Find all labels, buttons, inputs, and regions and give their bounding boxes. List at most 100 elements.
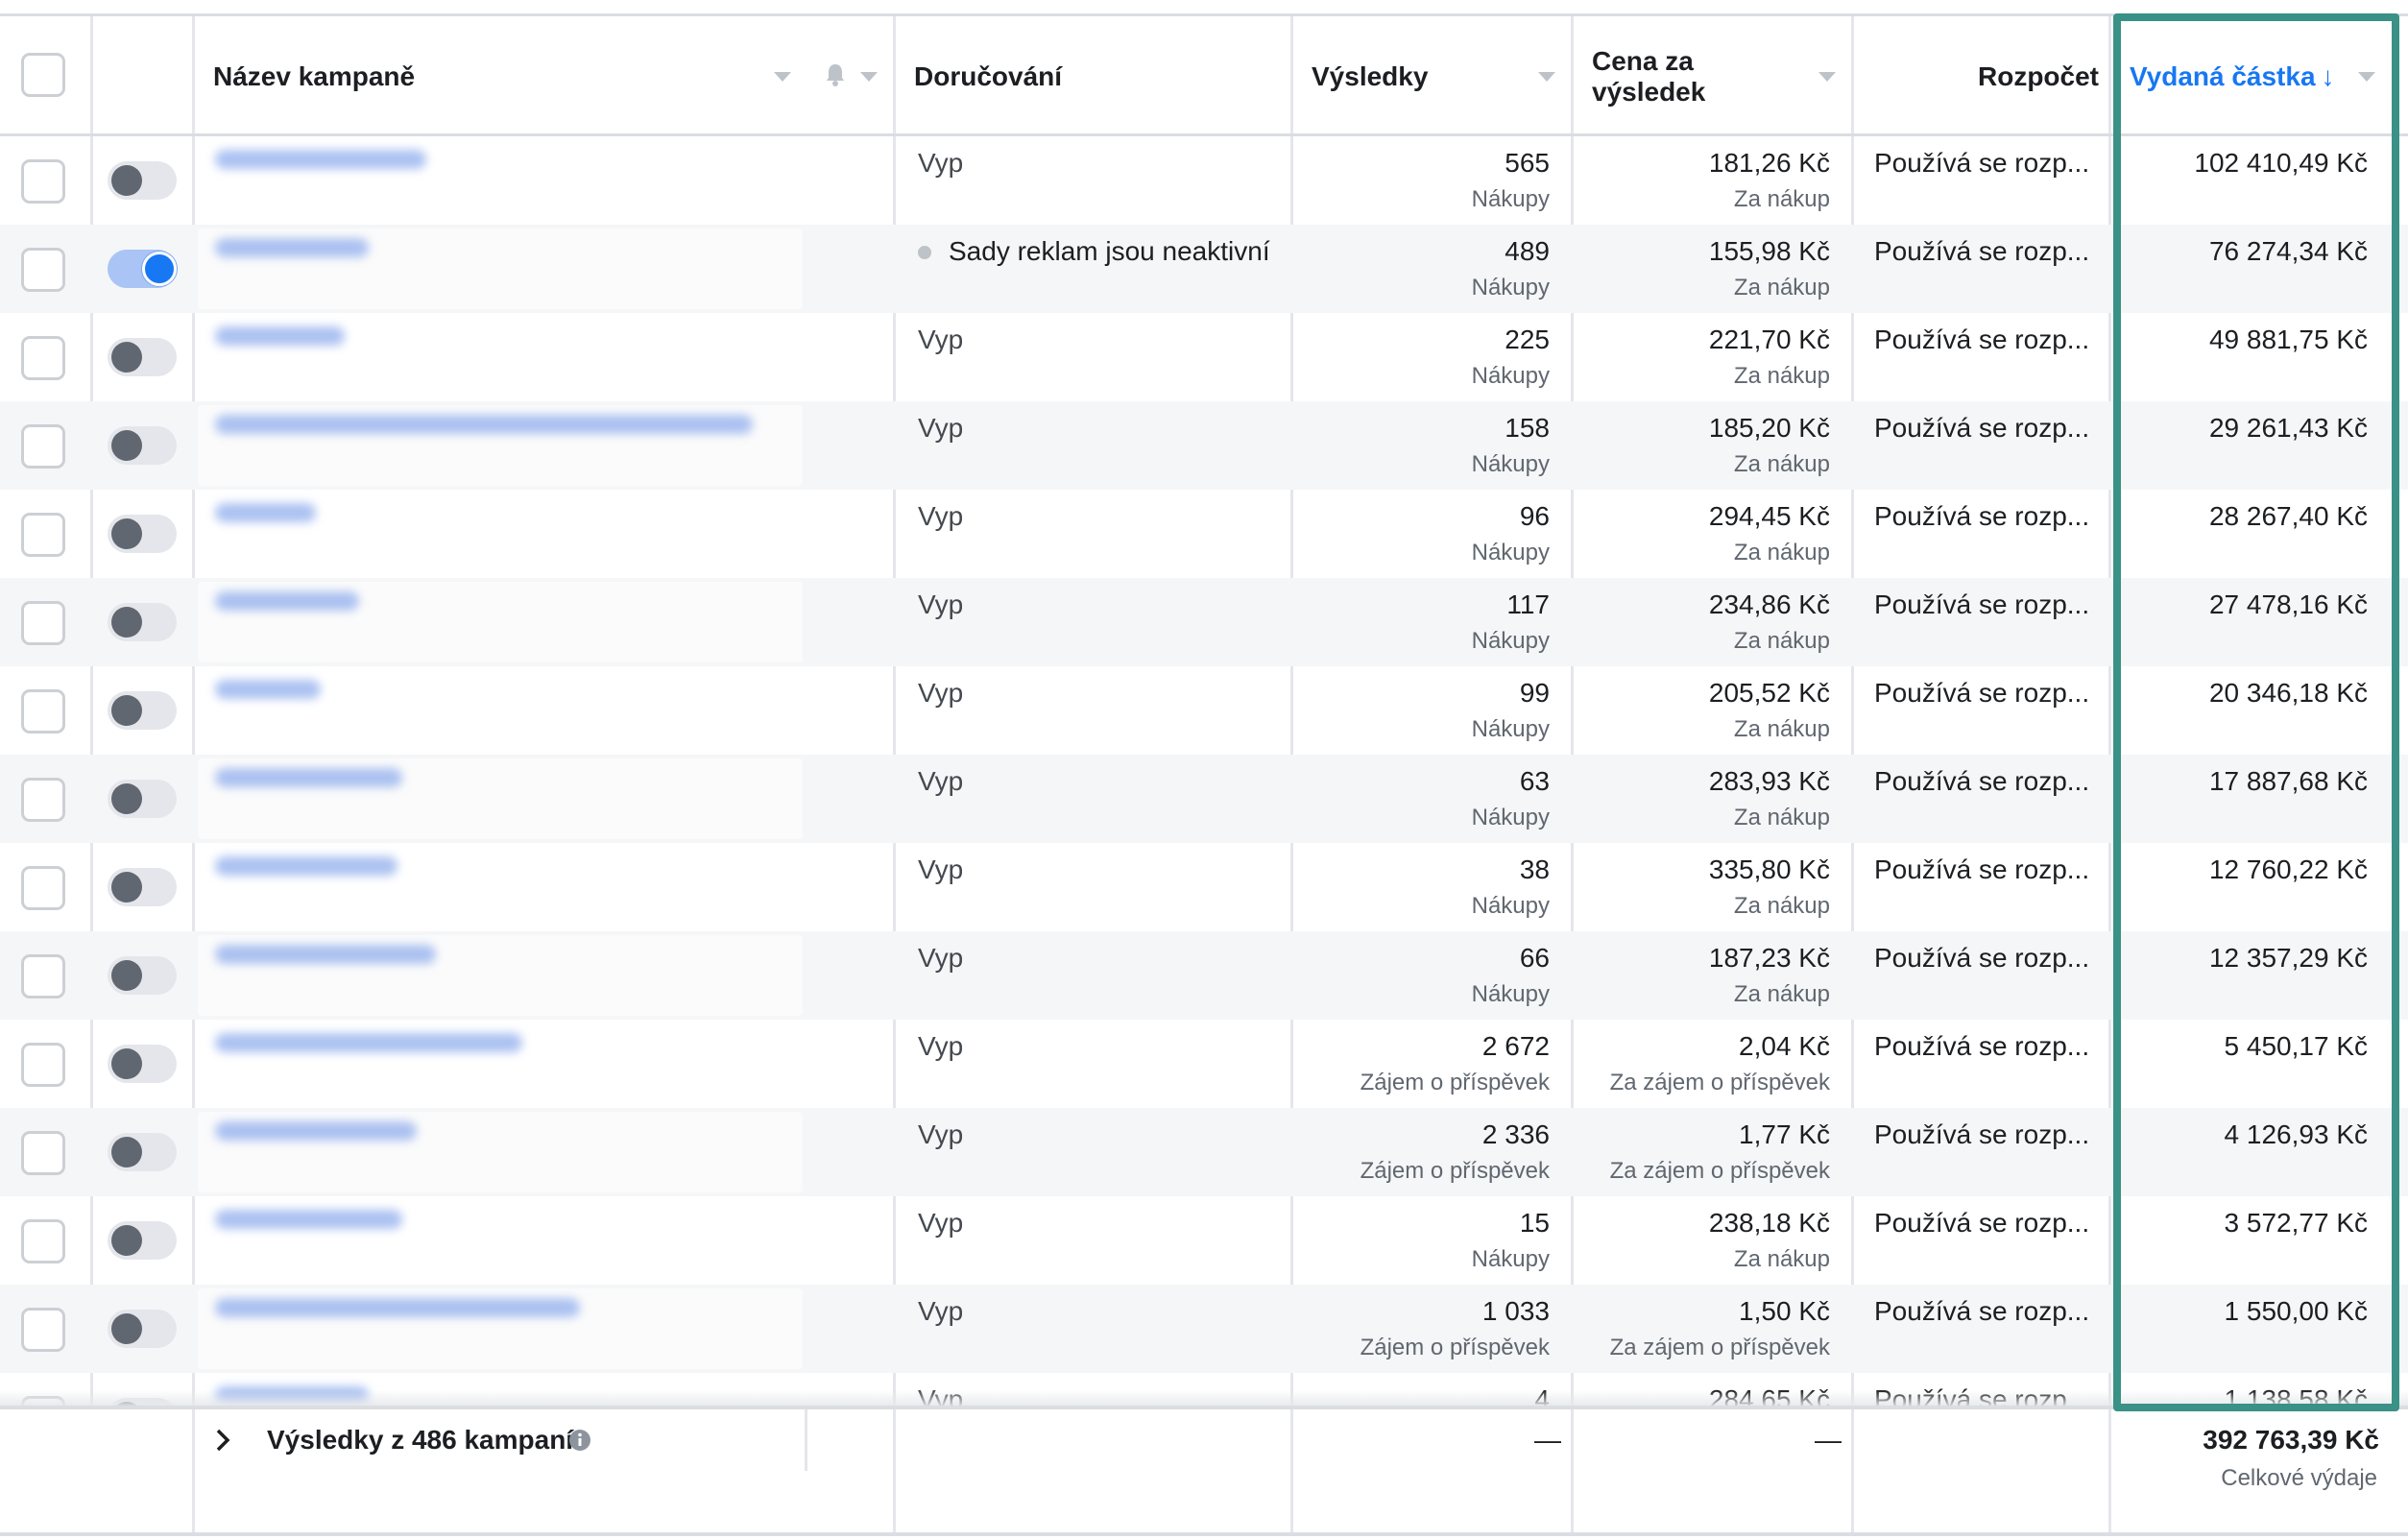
sort-caret-icon[interactable] [860, 72, 878, 82]
campaign-name-redacted[interactable] [215, 856, 397, 876]
row-select-checkbox[interactable] [21, 866, 65, 910]
row-select-checkbox[interactable] [21, 1043, 65, 1087]
results-type: Zájem o příspěvek [1360, 1158, 1550, 1184]
row-select-checkbox[interactable] [21, 778, 65, 822]
campaign-name-redacted[interactable] [215, 768, 402, 787]
row-select-checkbox[interactable] [21, 1219, 65, 1263]
campaign-name-redacted[interactable] [215, 945, 436, 964]
sort-caret-icon[interactable] [774, 72, 791, 82]
amount-spent-value: 28 267,40 Kč [2208, 501, 2368, 531]
cost-per-result-type: Za nákup [1733, 716, 1830, 742]
column-header-amount-spent[interactable]: Vydaná částka ↓ [2130, 16, 2341, 136]
results-type: Zájem o příspěvek [1360, 1070, 1550, 1095]
footer-amount-spent-caption: Celkové výdaje [2221, 1465, 2377, 1491]
cost-per-result-value: 335,80 Kč [1708, 854, 1830, 884]
sort-caret-icon[interactable] [2358, 72, 2375, 82]
row-select-checkbox[interactable] [21, 1308, 65, 1352]
table-row[interactable]: Vyp 158 Nákupy 185,20 Kč Za nákup Použív… [0, 401, 2408, 490]
column-header-budget[interactable]: Rozpočet [1872, 16, 2099, 136]
column-divider [1290, 1409, 1293, 1532]
campaign-status-toggle[interactable] [108, 1133, 177, 1171]
row-select-checkbox[interactable] [21, 601, 65, 645]
row-select-checkbox[interactable] [21, 954, 65, 999]
campaign-name-redacted[interactable] [215, 1298, 580, 1317]
info-icon[interactable] [568, 1429, 591, 1452]
campaign-status-toggle[interactable] [108, 250, 177, 288]
amount-spent-value: 5 450,17 Kč [2224, 1031, 2368, 1061]
campaign-name-redacted[interactable] [215, 415, 753, 434]
campaign-status-toggle[interactable] [108, 868, 177, 906]
amount-spent-value: 4 126,93 Kč [2224, 1119, 2368, 1149]
campaign-name-redacted[interactable] [215, 1121, 417, 1141]
campaign-name-redacted[interactable] [215, 503, 316, 522]
campaign-name-redacted[interactable] [215, 1033, 522, 1052]
campaign-status-toggle[interactable] [108, 691, 177, 730]
campaign-status-toggle[interactable] [108, 515, 177, 553]
table-row[interactable]: Vyp 38 Nákupy 335,80 Kč Za nákup Používá… [0, 843, 2408, 931]
campaign-status-toggle[interactable] [108, 161, 177, 200]
amount-spent-value: 12 357,29 Kč [2208, 943, 2368, 973]
toggle-knob [111, 342, 142, 373]
table-row[interactable]: Vyp 96 Nákupy 294,45 Kč Za nákup Používá… [0, 490, 2408, 578]
cost-per-result-value: 185,20 Kč [1708, 413, 1830, 443]
results-value: 565 [1505, 148, 1550, 178]
column-header-results[interactable]: Výsledky [1312, 16, 1552, 136]
bell-lock-icon[interactable] [824, 62, 847, 87]
campaign-status-toggle[interactable] [108, 603, 177, 641]
sort-caret-icon[interactable] [1538, 72, 1555, 82]
table-row[interactable]: Vyp 2 336 Zájem o příspěvek 1,77 Kč Za z… [0, 1108, 2408, 1196]
table-row[interactable]: Vyp 117 Nákupy 234,86 Kč Za nákup Použív… [0, 578, 2408, 666]
table-row[interactable]: Vyp 66 Nákupy 187,23 Kč Za nákup Používá… [0, 931, 2408, 1020]
campaign-name-redacted[interactable] [215, 591, 359, 611]
campaign-status-toggle[interactable] [108, 956, 177, 995]
delivery-status: Vyp [918, 943, 964, 973]
select-all-checkbox[interactable] [21, 53, 65, 97]
campaign-status-toggle[interactable] [108, 1221, 177, 1260]
amount-spent-value: 20 346,18 Kč [2208, 678, 2368, 708]
campaign-name-redacted[interactable] [215, 680, 321, 699]
table-row[interactable]: Vyp 63 Nákupy 283,93 Kč Za nákup Používá… [0, 755, 2408, 843]
campaign-name-redacted[interactable] [215, 326, 345, 346]
results-value: 66 [1519, 943, 1550, 973]
results-value: 15 [1519, 1208, 1550, 1238]
campaign-status-toggle[interactable] [108, 338, 177, 376]
row-select-checkbox[interactable] [21, 424, 65, 469]
campaign-status-toggle[interactable] [108, 1045, 177, 1083]
sort-caret-icon[interactable] [1818, 72, 1836, 82]
table-row[interactable]: Sady reklam jsou neaktivní 489 Nákupy 15… [0, 225, 2408, 313]
campaign-name-redacted[interactable] [215, 238, 369, 257]
row-select-checkbox[interactable] [21, 689, 65, 734]
column-header-label: Cena za výsledek [1592, 45, 1706, 107]
cost-per-result-type: Za nákup [1733, 893, 1830, 919]
table-row[interactable]: Vyp 565 Nákupy 181,26 Kč Za nákup Použív… [0, 136, 2408, 225]
results-type: Nákupy [1471, 275, 1550, 301]
delivery-status: Vyp [918, 1119, 964, 1149]
toggle-knob [111, 165, 142, 196]
table-row[interactable]: Vyp 225 Nákupy 221,70 Kč Za nákup Použív… [0, 313, 2408, 401]
table-row[interactable]: Vyp 99 Nákupy 205,52 Kč Za nákup Používá… [0, 666, 2408, 755]
campaign-status-toggle[interactable] [108, 1310, 177, 1348]
row-select-checkbox[interactable] [21, 336, 65, 380]
column-header-delivery[interactable]: Doručování [914, 16, 1279, 136]
cost-per-result-value: 294,45 Kč [1708, 501, 1830, 531]
toggle-knob [111, 1048, 142, 1079]
cost-per-result-type: Za zájem o příspěvek [1609, 1335, 1830, 1360]
budget-value: Používá se rozp... [1874, 1208, 2090, 1238]
cost-per-result-value: 283,93 Kč [1708, 766, 1830, 796]
campaign-name-redacted[interactable] [215, 1210, 402, 1229]
campaign-status-toggle[interactable] [108, 780, 177, 818]
table-row[interactable]: Vyp 2 672 Zájem o příspěvek 2,04 Kč Za z… [0, 1020, 2408, 1108]
chevron-right-icon[interactable] [213, 1427, 232, 1454]
row-select-checkbox[interactable] [21, 1131, 65, 1175]
column-divider [192, 1409, 195, 1532]
row-select-checkbox[interactable] [21, 513, 65, 557]
table-row[interactable]: Vyp 1 033 Zájem o příspěvek 1,50 Kč Za z… [0, 1285, 2408, 1373]
campaign-name-redacted[interactable] [215, 150, 426, 169]
table-header: Název kampaně Doručování Výsledky Cena z… [0, 13, 2408, 136]
table-row[interactable]: Vyp 15 Nákupy 238,18 Kč Za nákup Používá… [0, 1196, 2408, 1285]
campaign-status-toggle[interactable] [108, 426, 177, 465]
cost-per-result-value: 155,98 Kč [1708, 236, 1830, 266]
row-select-checkbox[interactable] [21, 159, 65, 204]
column-header-cost-per-result[interactable]: Cena za výsledek [1592, 16, 1784, 136]
row-select-checkbox[interactable] [21, 248, 65, 292]
